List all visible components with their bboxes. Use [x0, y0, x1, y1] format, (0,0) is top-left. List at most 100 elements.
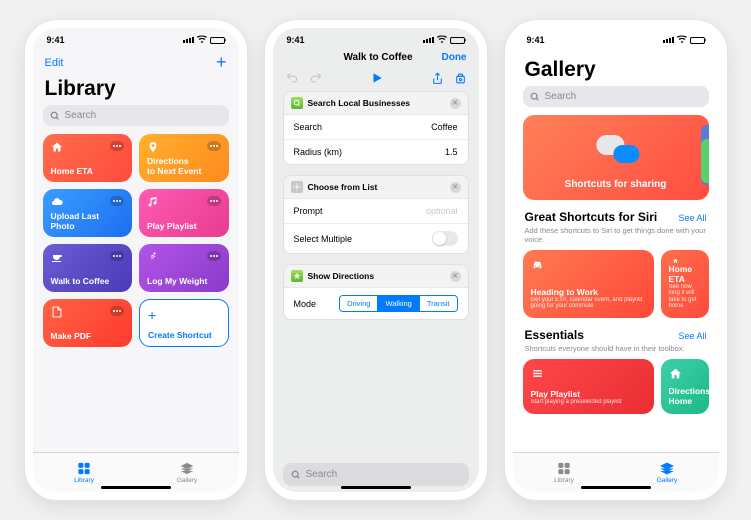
- shortcut-tile-home-eta[interactable]: Home ETA: [43, 134, 133, 182]
- play-button[interactable]: [370, 71, 384, 85]
- status-time: 9:41: [47, 35, 65, 45]
- toggle-switch[interactable]: [432, 231, 458, 246]
- segment-walking[interactable]: Walking: [378, 296, 419, 311]
- row-label: Mode: [294, 299, 317, 309]
- search-icon: [291, 470, 301, 480]
- more-button[interactable]: [207, 251, 221, 261]
- edit-button[interactable]: Edit: [45, 57, 64, 69]
- more-button[interactable]: [110, 141, 124, 151]
- create-label: Create Shortcut: [148, 331, 220, 340]
- share-icon[interactable]: [431, 72, 444, 85]
- action-show-directions[interactable]: Show Directions ✕ Mode Driving Walking T…: [283, 264, 469, 320]
- search-placeholder: Search: [306, 469, 338, 480]
- scripting-icon: [291, 181, 303, 193]
- card-name: Home ETA: [669, 264, 701, 284]
- tab-label: Library: [554, 477, 574, 484]
- status-icons: [423, 35, 465, 45]
- tile-label: Log My Weight: [147, 277, 221, 286]
- card-desc: Get your ETA, calendar event, and playli…: [531, 297, 646, 310]
- see-all-link[interactable]: See All: [678, 331, 706, 341]
- see-all-link[interactable]: See All: [678, 213, 706, 223]
- gallery-card-play-playlist[interactable]: Play Playlist Start playing a preselecte…: [523, 359, 654, 414]
- gallery-card-heading-to-work[interactable]: Heading to Work Get your ETA, calendar e…: [523, 250, 654, 318]
- shortcut-tile-coffee[interactable]: Walk to Coffee: [43, 244, 133, 292]
- home-indicator: [581, 486, 651, 489]
- page-title: Library: [33, 77, 239, 105]
- page-title: Gallery: [513, 58, 719, 86]
- home-icon: [669, 367, 682, 380]
- shortcut-tile-pdf[interactable]: Make PDF: [43, 299, 133, 347]
- battery-icon: [690, 37, 705, 44]
- card-desc: Start playing a preselected playlist: [531, 399, 646, 406]
- pin-icon: [147, 141, 159, 153]
- row-label: Radius (km): [294, 147, 343, 157]
- gallery-card-home-eta[interactable]: Home ETA See how long it will take to ge…: [661, 250, 709, 318]
- home-icon: [51, 141, 63, 153]
- maps-icon: [291, 97, 303, 109]
- segment-driving[interactable]: Driving: [340, 296, 378, 311]
- search-field[interactable]: Search: [43, 105, 229, 126]
- shortcut-tile-playlist[interactable]: Play Playlist: [139, 189, 229, 237]
- signal-icon: [183, 37, 194, 43]
- search-field[interactable]: Search: [523, 86, 709, 107]
- section-title: Great Shortcuts for Siri: [525, 210, 658, 224]
- hero-card[interactable]: Shortcuts for sharing: [523, 115, 709, 200]
- plus-icon: +: [148, 307, 220, 323]
- tab-label: Library: [74, 477, 94, 484]
- maps-icon: [291, 270, 303, 282]
- settings-icon[interactable]: [454, 72, 467, 85]
- tile-label: Home ETA: [51, 167, 125, 176]
- tile-label: Play Playlist: [147, 222, 221, 231]
- section-subtitle: Add these shortcuts to Siri to get thing…: [513, 226, 719, 250]
- undo-icon[interactable]: [285, 71, 299, 85]
- add-button[interactable]: +: [216, 52, 227, 73]
- action-search-businesses[interactable]: Search Local Businesses ✕ SearchCoffee R…: [283, 91, 469, 165]
- home-indicator: [341, 486, 411, 489]
- home-indicator: [101, 486, 171, 489]
- more-button[interactable]: [207, 141, 221, 151]
- more-button[interactable]: [110, 196, 124, 206]
- cloud-icon: [51, 196, 63, 208]
- more-button[interactable]: [207, 196, 221, 206]
- action-title: Show Directions: [308, 271, 375, 281]
- wifi-icon: [437, 35, 447, 45]
- action-search-field[interactable]: Search: [283, 463, 469, 486]
- row-label: Prompt: [294, 206, 323, 216]
- more-button[interactable]: [110, 306, 124, 316]
- mode-segmented-control[interactable]: Driving Walking Transit: [339, 295, 457, 312]
- row-value[interactable]: 1.5: [445, 147, 458, 157]
- hero-title: Shortcuts for sharing: [533, 179, 699, 190]
- card-name: Play Playlist: [531, 389, 646, 399]
- more-button[interactable]: [110, 251, 124, 261]
- row-value[interactable]: optional: [426, 206, 458, 216]
- tile-label: Upload Last Photo: [51, 212, 125, 231]
- row-value[interactable]: Coffee: [431, 122, 457, 132]
- shortcut-tile-weight[interactable]: Log My Weight: [139, 244, 229, 292]
- signal-icon: [663, 37, 674, 43]
- music-icon: [147, 196, 159, 208]
- redo-icon[interactable]: [309, 71, 323, 85]
- shortcut-tile-directions[interactable]: Directions to Next Event: [139, 134, 229, 182]
- status-time: 9:41: [527, 35, 545, 45]
- signal-icon: [423, 37, 434, 43]
- library-tab-icon: [555, 461, 573, 476]
- search-placeholder: Search: [65, 110, 97, 121]
- remove-action-button[interactable]: ✕: [450, 271, 461, 282]
- battery-icon: [450, 37, 465, 44]
- done-button[interactable]: Done: [441, 52, 466, 63]
- create-shortcut-button[interactable]: + Create Shortcut: [139, 299, 229, 347]
- gallery-card-directions-home[interactable]: Directions Home: [661, 359, 709, 414]
- library-tab-icon: [75, 461, 93, 476]
- status-icons: [183, 35, 225, 45]
- action-choose-list[interactable]: Choose from List ✕ Promptoptional Select…: [283, 175, 469, 254]
- search-icon: [530, 92, 540, 102]
- remove-action-button[interactable]: ✕: [450, 98, 461, 109]
- tile-label: Make PDF: [51, 332, 125, 341]
- segment-transit[interactable]: Transit: [420, 296, 457, 311]
- shortcut-tile-upload[interactable]: Upload Last Photo: [43, 189, 133, 237]
- chat-bubble-icon: [613, 145, 639, 163]
- list-icon: [531, 367, 544, 380]
- search-icon: [50, 111, 60, 121]
- row-label: Select Multiple: [294, 234, 353, 244]
- remove-action-button[interactable]: ✕: [450, 182, 461, 193]
